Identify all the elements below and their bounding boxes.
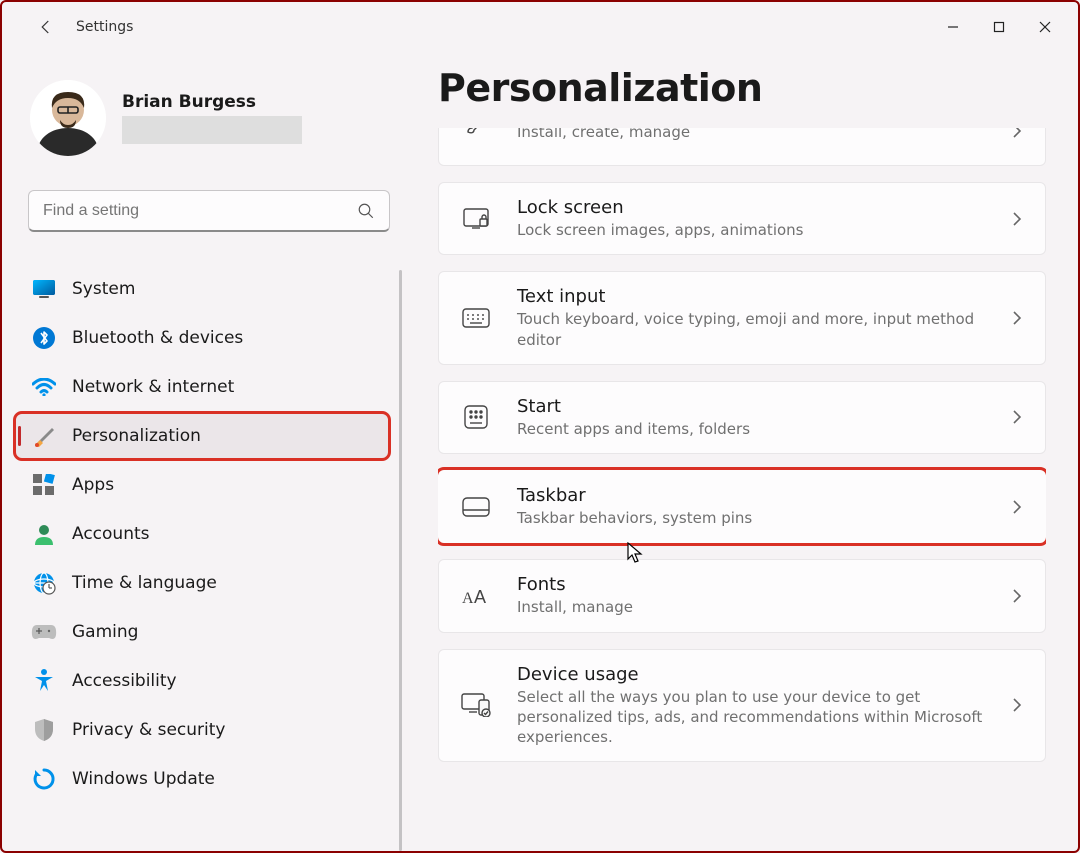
chevron-right-icon — [1007, 128, 1027, 139]
page-title: Personalization — [438, 66, 1046, 110]
card-fonts[interactable]: AA Fonts Install, manage — [438, 559, 1046, 632]
chevron-right-icon — [1007, 588, 1027, 604]
svg-text:A: A — [462, 590, 474, 607]
shield-icon — [30, 716, 58, 744]
maximize-icon — [993, 21, 1005, 33]
cards-list: Themes Install, create, manage Lock scre… — [438, 128, 1046, 851]
sidebar-item-accessibility[interactable]: Accessibility — [16, 659, 388, 703]
sidebar-item-label: System — [72, 279, 135, 299]
sidebar: Brian Burgess System Bluetooth & de — [2, 52, 402, 851]
card-title: Text input — [517, 286, 1007, 307]
close-icon — [1039, 21, 1051, 33]
sidebar-item-update[interactable]: Windows Update — [16, 757, 388, 801]
sidebar-item-label: Privacy & security — [72, 720, 226, 740]
card-subtitle: Lock screen images, apps, animations — [517, 220, 1007, 240]
card-title: Device usage — [517, 664, 1007, 685]
sidebar-item-label: Windows Update — [72, 769, 215, 789]
avatar-image-icon — [30, 80, 106, 156]
accessibility-icon — [30, 667, 58, 695]
chevron-right-icon — [1007, 310, 1027, 326]
card-lockscreen[interactable]: Lock screen Lock screen images, apps, an… — [438, 182, 1046, 255]
titlebar: Settings — [2, 2, 1078, 52]
bluetooth-icon — [30, 324, 58, 352]
card-subtitle: Recent apps and items, folders — [517, 419, 1007, 439]
user-info: Brian Burgess — [122, 92, 302, 144]
card-textinput[interactable]: Text input Touch keyboard, voice typing,… — [438, 271, 1046, 365]
sidebar-item-accounts[interactable]: Accounts — [16, 512, 388, 556]
sidebar-item-label: Time & language — [72, 573, 217, 593]
window-controls — [930, 11, 1068, 43]
paintbrush-icon — [461, 128, 491, 146]
card-title: Taskbar — [517, 485, 1007, 506]
content: Personalization Themes Install, create, … — [402, 52, 1078, 851]
card-taskbar[interactable]: Taskbar Taskbar behaviors, system pins — [438, 470, 1046, 543]
user-email-redacted — [122, 116, 302, 144]
card-title: Fonts — [517, 574, 1007, 595]
app-title: Settings — [76, 19, 133, 35]
svg-text:A: A — [474, 587, 486, 607]
card-subtitle: Select all the ways you plan to use your… — [517, 687, 1007, 748]
card-deviceusage[interactable]: Device usage Select all the ways you pla… — [438, 649, 1046, 763]
time-language-icon — [30, 569, 58, 597]
chevron-right-icon — [1007, 211, 1027, 227]
sidebar-item-label: Network & internet — [72, 377, 234, 397]
sidebar-item-label: Bluetooth & devices — [72, 328, 243, 348]
chevron-right-icon — [1007, 409, 1027, 425]
sidebar-item-label: Gaming — [72, 622, 138, 642]
gaming-icon — [30, 618, 58, 646]
sidebar-item-privacy[interactable]: Privacy & security — [16, 708, 388, 752]
start-icon — [461, 402, 491, 432]
sidebar-item-label: Accessibility — [72, 671, 177, 691]
lockscreen-icon — [461, 204, 491, 234]
arrow-left-icon — [37, 18, 55, 36]
search-input[interactable] — [28, 190, 390, 232]
minimize-button[interactable] — [930, 11, 976, 43]
search-icon — [357, 202, 375, 220]
paintbrush-icon — [30, 422, 58, 450]
chevron-right-icon — [1007, 697, 1027, 713]
accounts-icon — [30, 520, 58, 548]
keyboard-icon — [461, 303, 491, 333]
card-title: Start — [517, 396, 1007, 417]
close-button[interactable] — [1022, 11, 1068, 43]
card-start[interactable]: Start Recent apps and items, folders — [438, 381, 1046, 454]
taskbar-icon — [461, 492, 491, 522]
sidebar-item-network[interactable]: Network & internet — [16, 365, 388, 409]
sidebar-item-bluetooth[interactable]: Bluetooth & devices — [16, 316, 388, 360]
card-subtitle: Install, manage — [517, 597, 1007, 617]
sidebar-scrollbar[interactable] — [399, 270, 402, 851]
sidebar-item-label: Accounts — [72, 524, 150, 544]
card-subtitle: Touch keyboard, voice typing, emoji and … — [517, 309, 1007, 350]
device-usage-icon — [461, 690, 491, 720]
sidebar-item-label: Apps — [72, 475, 114, 495]
card-subtitle: Install, create, manage — [517, 128, 1007, 142]
wifi-icon — [30, 373, 58, 401]
maximize-button[interactable] — [976, 11, 1022, 43]
system-icon — [30, 275, 58, 303]
search-field[interactable] — [43, 202, 357, 220]
update-icon — [30, 765, 58, 793]
sidebar-item-system[interactable]: System — [16, 267, 388, 311]
sidebar-item-gaming[interactable]: Gaming — [16, 610, 388, 654]
sidebar-item-apps[interactable]: Apps — [16, 463, 388, 507]
nav: System Bluetooth & devices Network & int… — [16, 262, 402, 851]
sidebar-item-personalization[interactable]: Personalization — [16, 414, 388, 458]
sidebar-item-label: Personalization — [72, 426, 201, 446]
card-themes[interactable]: Themes Install, create, manage — [438, 128, 1046, 166]
avatar — [30, 80, 106, 156]
user-block[interactable]: Brian Burgess — [16, 72, 402, 170]
card-subtitle: Taskbar behaviors, system pins — [517, 508, 1007, 528]
user-name: Brian Burgess — [122, 92, 302, 112]
apps-icon — [30, 471, 58, 499]
back-button[interactable] — [26, 7, 66, 47]
minimize-icon — [947, 21, 959, 33]
sidebar-item-time[interactable]: Time & language — [16, 561, 388, 605]
card-title: Lock screen — [517, 197, 1007, 218]
fonts-icon: AA — [461, 581, 491, 611]
chevron-right-icon — [1007, 499, 1027, 515]
